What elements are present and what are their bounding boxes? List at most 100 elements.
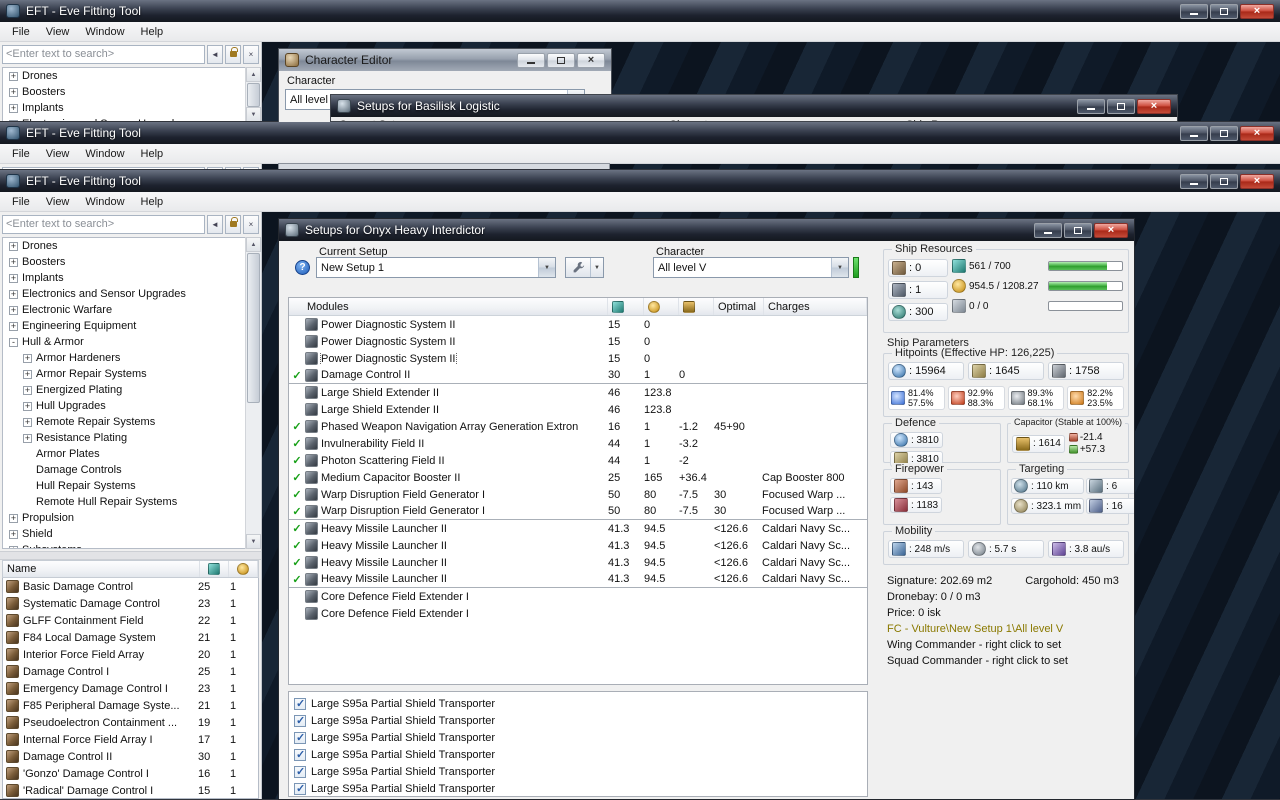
close-button[interactable]: × [1240, 3, 1274, 19]
help-icon[interactable]: ? [295, 260, 310, 275]
tree-item[interactable]: + Shield [3, 526, 245, 542]
tree-item[interactable]: + Implants [3, 270, 245, 286]
item-row[interactable]: Basic Damage Control 25 1 [3, 578, 258, 595]
close-button[interactable]: × [1240, 173, 1274, 189]
menu-item[interactable]: Help [133, 193, 172, 211]
checkbox-checked-icon[interactable] [294, 748, 306, 761]
expander-icon[interactable]: + [9, 241, 18, 251]
maximize-button[interactable] [1064, 222, 1092, 238]
setup-select[interactable]: New Setup 1 ▼ [316, 257, 556, 278]
item-row[interactable]: Systematic Damage Control 23 1 [3, 595, 258, 612]
setup-tools-button[interactable]: ▼ [565, 257, 604, 278]
menu-item[interactable]: Window [77, 23, 132, 41]
expander-icon[interactable]: - [9, 337, 18, 347]
minimize-button[interactable] [1034, 222, 1062, 238]
scrollbar-thumb[interactable] [247, 83, 260, 107]
modules-column-header[interactable]: Modules [289, 298, 608, 315]
module-row[interactable]: Large Shield Extender II 46 123.8 [289, 401, 867, 418]
checkbox-checked-icon[interactable] [294, 782, 306, 795]
module-row[interactable]: Invulnerability Field II 44 1 -3.2 [289, 435, 867, 452]
checkbox-checked-icon[interactable] [294, 697, 306, 710]
close-button[interactable]: × [1094, 222, 1128, 238]
module-row[interactable]: Heavy Missile Launcher II 41.3 94.5 <126… [289, 571, 867, 588]
expander-icon[interactable]: + [9, 513, 18, 523]
charge-option-row[interactable]: Large S95a Partial Shield Transporter [289, 712, 867, 729]
menu-item[interactable]: Help [133, 23, 172, 41]
collapse-panel-button[interactable]: ◄ [207, 44, 223, 64]
item-row[interactable]: GLFF Containment Field 22 1 [3, 612, 258, 629]
charges-column-header[interactable]: Charges [764, 298, 867, 315]
tree-item[interactable]: + Electronic Warfare [3, 302, 245, 318]
expander-icon[interactable]: + [9, 273, 18, 283]
module-row[interactable]: Warp Disruption Field Generator I 50 80 … [289, 503, 867, 520]
powergrid-column-header[interactable] [644, 298, 679, 315]
tree-scrollbar[interactable]: ▲ ▼ [245, 237, 261, 549]
maximize-button[interactable] [1107, 98, 1135, 114]
expander-icon[interactable]: + [23, 401, 32, 411]
menu-item[interactable]: File [4, 145, 38, 163]
checkbox-checked-icon[interactable] [294, 731, 306, 744]
expander-icon[interactable]: + [23, 369, 32, 379]
module-row[interactable]: Damage Control II 30 1 0 [289, 367, 867, 384]
tree-item[interactable]: Remote Hull Repair Systems [3, 494, 245, 510]
scroll-up-button[interactable]: ▲ [246, 67, 261, 82]
item-row[interactable]: Emergency Damage Control I 23 1 [3, 680, 258, 697]
menu-item[interactable]: File [4, 23, 38, 41]
menu-item[interactable]: Window [77, 193, 132, 211]
tree-item[interactable]: + Remote Repair Systems [3, 414, 245, 430]
menu-item[interactable]: Help [133, 145, 172, 163]
tree-item[interactable]: + Drones [3, 68, 245, 84]
item-row[interactable]: Internal Force Field Array I 17 1 [3, 731, 258, 748]
expander-icon[interactable]: + [9, 529, 18, 539]
item-row[interactable]: Damage Control II 30 1 [3, 748, 258, 765]
expander-icon[interactable]: + [23, 433, 32, 443]
clear-search-button[interactable]: × [243, 214, 259, 234]
module-row[interactable]: Photon Scattering Field II 44 1 -2 [289, 452, 867, 469]
expander-icon[interactable]: + [9, 87, 18, 97]
clear-search-button[interactable]: × [243, 44, 259, 64]
expander-icon[interactable]: + [23, 385, 32, 395]
module-row[interactable]: Heavy Missile Launcher II 41.3 94.5 <126… [289, 554, 867, 571]
minimize-button[interactable] [1180, 125, 1208, 141]
minimize-button[interactable] [517, 52, 545, 68]
expander-icon[interactable]: + [23, 417, 32, 427]
module-row[interactable]: Warp Disruption Field Generator I 50 80 … [289, 486, 867, 503]
module-row[interactable]: Power Diagnostic System II 15 0 [289, 333, 867, 350]
tree-item[interactable]: + Subsystems [3, 542, 245, 548]
menu-item[interactable]: Window [77, 145, 132, 163]
menu-item[interactable]: File [4, 193, 38, 211]
panel-splitter[interactable] [0, 551, 261, 560]
expander-icon[interactable]: + [9, 103, 18, 113]
close-button[interactable]: × [577, 52, 605, 68]
module-row[interactable]: Heavy Missile Launcher II 41.3 94.5 <126… [289, 520, 867, 537]
module-row[interactable]: Power Diagnostic System II 15 0 [289, 350, 867, 367]
tree-item[interactable]: + Propulsion [3, 510, 245, 526]
charge-option-row[interactable]: Large S95a Partial Shield Transporter [289, 763, 867, 780]
scroll-up-button[interactable]: ▲ [246, 237, 261, 252]
powergrid-column-header[interactable] [229, 561, 258, 577]
scrollbar-thumb[interactable] [247, 253, 260, 403]
scroll-down-button[interactable]: ▼ [246, 534, 261, 549]
chevron-down-icon[interactable]: ▼ [538, 258, 555, 277]
cpu-column-header[interactable] [608, 298, 644, 315]
optimal-column-header[interactable]: Optimal [714, 298, 764, 315]
close-button[interactable]: × [1137, 98, 1171, 114]
menu-item[interactable]: View [38, 145, 78, 163]
module-row[interactable]: Heavy Missile Launcher II 41.3 94.5 <126… [289, 537, 867, 554]
tree-item[interactable]: + Boosters [3, 254, 245, 270]
lock-button[interactable] [225, 44, 241, 64]
expander-icon[interactable]: + [9, 289, 18, 299]
tree-item[interactable]: + Hull Upgrades [3, 398, 245, 414]
module-row[interactable]: Medium Capacitor Booster II 25 165 +36.4… [289, 469, 867, 486]
chevron-down-icon[interactable]: ▼ [590, 258, 603, 277]
item-row[interactable]: 'Radical' Damage Control I 15 1 [3, 782, 258, 798]
cpu-column-header[interactable] [200, 561, 229, 577]
squad-commander-value[interactable]: Squad Commander - right click to set [887, 655, 1127, 671]
charge-option-row[interactable]: Large S95a Partial Shield Transporter [289, 729, 867, 746]
lock-button[interactable] [225, 214, 241, 234]
module-row[interactable]: Core Defence Field Extender I [289, 605, 867, 622]
expander-icon[interactable]: + [9, 257, 18, 267]
wing-commander-value[interactable]: Wing Commander - right click to set [887, 639, 1127, 655]
menu-item[interactable]: View [38, 193, 78, 211]
name-column-header[interactable]: Name [3, 561, 200, 577]
